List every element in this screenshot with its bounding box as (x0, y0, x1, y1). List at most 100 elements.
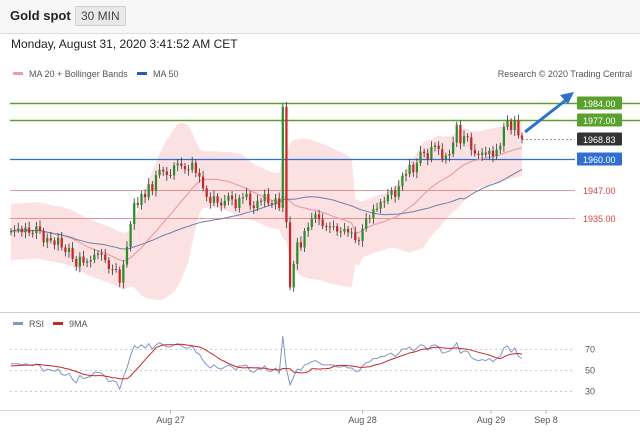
candle-body (20, 228, 23, 233)
candle-body (198, 172, 201, 177)
candle-body (147, 184, 150, 198)
candle-body (35, 226, 38, 234)
candle-body (365, 218, 368, 229)
candle-body (314, 214, 317, 219)
time-tick-label: Sep 8 (534, 415, 558, 425)
candle-body (354, 232, 357, 241)
ma50-legend-label: MA 50 (153, 69, 179, 79)
candle-body (470, 137, 473, 150)
candle-body (107, 260, 110, 270)
candle-body (455, 124, 458, 143)
candle-body (212, 196, 216, 203)
candle-body (419, 151, 422, 163)
time-tick-label: Aug 28 (348, 415, 377, 425)
candle-body (111, 269, 114, 271)
candle-body (151, 184, 154, 191)
candle-body (158, 169, 161, 176)
candle-body (408, 164, 411, 174)
candle-body (56, 237, 60, 245)
candle-body (390, 190, 393, 195)
candle-body (321, 219, 324, 227)
candle-body (122, 264, 125, 283)
candle-body (383, 201, 386, 203)
price-label: 1960.00 (583, 155, 616, 165)
candle-body (495, 149, 498, 157)
price-label: 1977.00 (583, 116, 616, 126)
candle-body (205, 188, 208, 197)
candle (285, 102, 288, 229)
candle-body (60, 237, 63, 248)
candle-body (259, 200, 263, 202)
candle-body (499, 145, 502, 150)
candle-body (245, 193, 248, 198)
candle-body (31, 232, 34, 234)
candle-body (38, 226, 42, 231)
candle-body (78, 256, 81, 267)
candle-body (125, 246, 129, 265)
candle-body (96, 253, 100, 255)
candle-body (114, 269, 118, 271)
candle-body (430, 147, 433, 160)
candle-body (230, 195, 234, 200)
candle (281, 103, 284, 213)
candle-body (332, 226, 335, 228)
candle-body (267, 193, 270, 204)
candle-body (162, 169, 165, 172)
candle-body (452, 142, 455, 155)
candle-body (249, 193, 252, 206)
candle-body (71, 247, 74, 259)
price-label: 1968.83 (583, 135, 616, 145)
candle-body (252, 205, 255, 209)
candle-body (317, 214, 321, 220)
candle-body (67, 247, 71, 252)
candle-body (118, 269, 121, 283)
projection-arrow (524, 98, 567, 134)
candle-body (502, 127, 506, 146)
candle-body (375, 208, 379, 210)
candle-body (180, 163, 183, 167)
candle-body (187, 169, 190, 171)
candle-body (459, 124, 462, 144)
candle-body (506, 121, 509, 128)
candle-body (379, 201, 382, 209)
candle-body (404, 174, 408, 176)
candle-body (299, 242, 303, 248)
candle-body (93, 254, 96, 261)
candle-body (466, 136, 469, 138)
candle-body (437, 145, 440, 150)
candle-body (238, 197, 241, 209)
candle-body (223, 200, 226, 206)
candle-body (13, 229, 16, 232)
candle-body (129, 223, 132, 247)
candle-body (441, 149, 444, 160)
candle-body (143, 193, 147, 198)
rsi-panel: 70 50 30 (10, 336, 595, 397)
candle-body (488, 150, 491, 155)
candle-body (343, 228, 346, 232)
rsi-tick-label: 30 (585, 387, 595, 397)
candle-body (481, 152, 484, 155)
candle-body (172, 165, 176, 176)
candle-body (100, 253, 103, 255)
candle-body (339, 231, 342, 233)
candle-body (328, 226, 332, 228)
candle-body (372, 208, 375, 218)
candle-body (394, 190, 397, 197)
candle-body (263, 193, 266, 202)
candle-body (473, 149, 477, 154)
candle-body (104, 254, 107, 261)
candle-body (520, 135, 524, 139)
candle-body (401, 175, 404, 187)
candle-body (336, 226, 339, 232)
price-label: 1935.00 (583, 214, 616, 224)
candle-body (361, 228, 364, 241)
rsi-line (11, 336, 523, 391)
candle-body (386, 194, 390, 202)
candle-body (448, 154, 451, 156)
candle-body (278, 198, 281, 208)
time-tick-label: Aug 27 (156, 415, 185, 425)
candle (129, 220, 132, 252)
candle-body (27, 227, 31, 233)
candle-body (426, 153, 429, 160)
rsi-legend-label: RSI (29, 319, 44, 329)
